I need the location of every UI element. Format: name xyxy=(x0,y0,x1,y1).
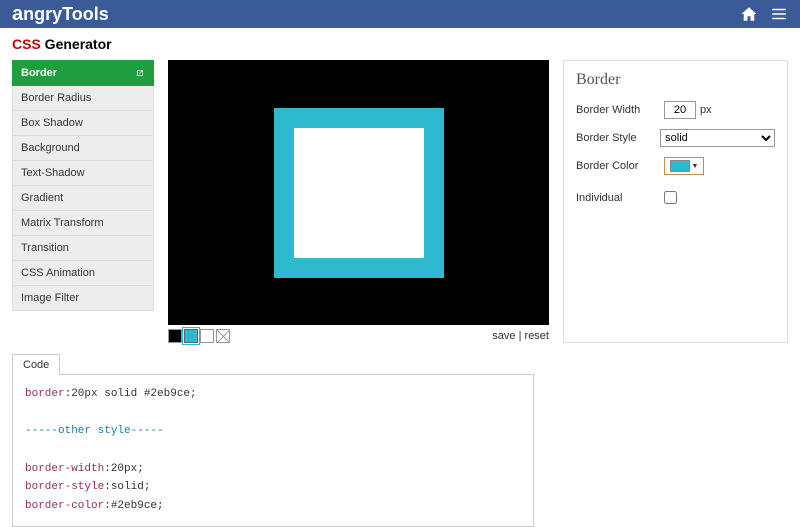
swatch-white[interactable] xyxy=(200,329,214,343)
swatch-black[interactable] xyxy=(168,329,182,343)
preview-box[interactable] xyxy=(274,108,444,278)
border-width-input[interactable] xyxy=(664,101,696,119)
app-header: aangryToolsngryTools xyxy=(0,0,800,28)
popout-icon xyxy=(135,68,145,78)
tab-code[interactable]: Code xyxy=(12,354,60,375)
sidebar-item-border[interactable]: Border xyxy=(12,60,154,86)
border-style-select[interactable]: solid xyxy=(660,129,775,147)
unit-label: px xyxy=(700,104,712,116)
swatch-cyan[interactable] xyxy=(184,329,198,343)
preview-canvas xyxy=(168,60,549,325)
sidebar: Border Border Radius Box Shadow Backgrou… xyxy=(12,60,154,343)
sidebar-item-label: Border xyxy=(21,67,57,79)
options-panel: Border Border Width px Border Style soli… xyxy=(563,60,788,343)
menu-icon[interactable] xyxy=(770,5,788,23)
panel-title: Border xyxy=(576,71,775,89)
code-output[interactable]: border:20px solid #2eb9ce; -----other st… xyxy=(12,374,534,527)
border-width-label: Border Width xyxy=(576,104,664,116)
border-style-label: Border Style xyxy=(576,132,660,144)
sidebar-item-image-filter[interactable]: Image Filter xyxy=(12,286,154,311)
color-chip xyxy=(670,160,690,172)
chevron-down-icon: ▼ xyxy=(692,163,699,170)
save-link[interactable]: save xyxy=(492,330,515,342)
code-section: Code border:20px solid #2eb9ce; -----oth… xyxy=(12,353,534,527)
sidebar-item-text-shadow[interactable]: Text-Shadow xyxy=(12,161,154,186)
bg-swatches xyxy=(168,329,230,343)
reset-link[interactable]: reset xyxy=(525,330,549,342)
swatch-transparent[interactable] xyxy=(216,329,230,343)
logo[interactable]: aangryToolsngryTools xyxy=(12,3,109,26)
sidebar-item-gradient[interactable]: Gradient xyxy=(12,186,154,211)
canvas-actions: save | reset xyxy=(492,330,549,342)
individual-label: Individual xyxy=(576,192,664,204)
individual-checkbox[interactable] xyxy=(664,191,677,204)
sidebar-item-box-shadow[interactable]: Box Shadow xyxy=(12,111,154,136)
home-icon[interactable] xyxy=(740,5,758,23)
sidebar-item-css-animation[interactable]: CSS Animation xyxy=(12,261,154,286)
page-title: CSS Generator xyxy=(0,28,800,60)
sidebar-item-matrix-transform[interactable]: Matrix Transform xyxy=(12,211,154,236)
sidebar-item-border-radius[interactable]: Border Radius xyxy=(12,86,154,111)
border-color-label: Border Color xyxy=(576,160,664,172)
sidebar-item-transition[interactable]: Transition xyxy=(12,236,154,261)
border-color-picker[interactable]: ▼ xyxy=(664,157,704,175)
sidebar-item-background[interactable]: Background xyxy=(12,136,154,161)
